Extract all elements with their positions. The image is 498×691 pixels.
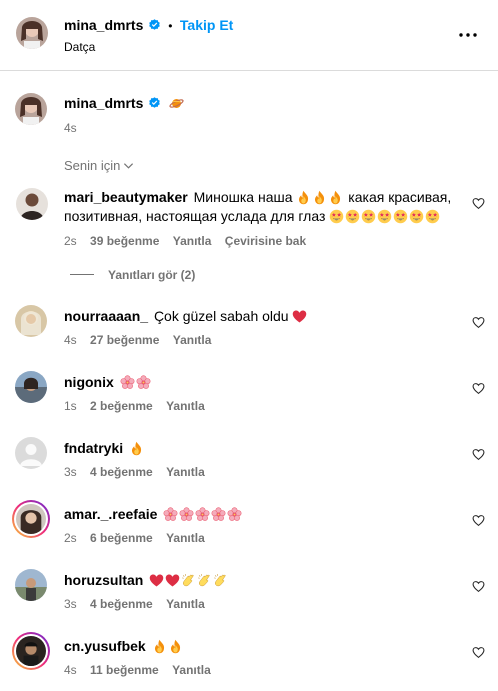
commenter-avatar [16,636,46,666]
reply-button[interactable]: Yanıtla [173,333,212,347]
chevron-down-icon [124,163,134,169]
like-comment-heart-icon[interactable] [472,448,485,461]
comment-item: mari_beautymaker Миношка наша какая крас… [0,186,498,286]
comment-time[interactable]: 4s [64,663,77,677]
comment-time[interactable]: 2s [64,531,77,545]
reply-button[interactable]: Yanıtla [166,597,205,611]
comment-time[interactable]: 2s [64,234,77,248]
author-avatar[interactable] [16,17,48,49]
fire-emoji-icon [129,441,144,456]
commenter-username[interactable]: cn.yusufbek [64,638,146,654]
comment-item: nourraaaan_ Çok güzel sabah oldu 4s 27 b… [0,305,498,355]
like-comment-heart-icon[interactable] [472,197,485,210]
view-replies-label: Yanıtları gör (2) [108,268,196,282]
comment-likes[interactable]: 6 beğenme [90,531,153,545]
post-header: mina_dmrts • Takip Et Datça [0,0,498,71]
like-comment-heart-icon[interactable] [472,514,485,527]
caption-avatar[interactable] [15,93,47,125]
commenter-username[interactable]: amar._.reefaie [64,506,157,522]
reply-button[interactable]: Yanıtla [173,234,212,248]
more-options-icon[interactable] [458,25,478,45]
reply-button[interactable]: Yanıtla [166,531,205,545]
divider-line [70,274,94,275]
commenter-username[interactable]: horuzsultan [64,572,143,588]
comment-item: amar._.reefaie 2s 6 beğenme Yanıtla [0,500,498,553]
reply-button[interactable]: Yanıtla [166,465,205,479]
comment-time[interactable]: 4s [64,333,77,347]
comment-item: nigonix 1s 2 beğenme Yanıtla [0,371,498,421]
comment-sort-label: Senin için [64,158,121,173]
comment-likes[interactable]: 4 beğenme [90,465,153,479]
cherry-blossom-emoji-icon [163,506,243,522]
star-struck-emoji-icon [329,208,441,224]
comment-item: horuzsultan 3s 4 beğenme Yanıtla [0,569,498,619]
heart-and-clapping-emoji-icon [149,572,229,588]
follow-button[interactable]: Takip Et [180,17,233,33]
like-comment-heart-icon[interactable] [472,580,485,593]
comment-time[interactable]: 1s [64,399,77,413]
commenter-avatar[interactable] [16,188,48,220]
comment-item: fndatryki 3s 4 beğenme Yanıtla [0,437,498,487]
dot-separator: • [168,19,173,33]
commenter-avatar[interactable] [15,437,47,469]
story-ring-inner [14,502,48,536]
commenter-avatar-story-ring[interactable] [12,632,50,670]
comment-text: Миношка наша [193,189,293,205]
comment-likes[interactable]: 27 beğenme [90,333,159,347]
caption-time: 4s [64,121,77,135]
comment-time[interactable]: 3s [64,597,77,611]
fire-emoji-icon [152,638,184,654]
comment-time[interactable]: 3s [64,465,77,479]
commenter-avatar [16,504,46,534]
see-translation-button[interactable]: Çevirisine bak [225,234,306,248]
commenter-avatar-story-ring[interactable] [12,500,50,538]
caption-username[interactable]: mina_dmrts [64,95,143,111]
fire-emoji-icon [296,189,344,205]
comment-likes[interactable]: 11 beğenme [90,663,159,677]
like-comment-heart-icon[interactable] [472,316,485,329]
commenter-username[interactable]: mari_beautymaker [64,189,188,205]
caption: mina_dmrts 4s [0,93,498,143]
commenter-avatar[interactable] [15,305,47,337]
planet-icon [169,96,184,111]
reply-button[interactable]: Yanıtla [172,663,211,677]
commenter-username[interactable]: nourraaaan_ [64,308,148,324]
comment-sort-dropdown[interactable]: Senin için [64,158,134,173]
comment-text: какая красивая, [348,189,452,205]
comment-text: Çok güzel sabah oldu [153,308,289,324]
verified-badge-icon [148,18,161,31]
comment-likes[interactable]: 39 beğenme [90,234,159,248]
comment-text: позитивная, настоящая услада для глаз [64,208,326,224]
location-link[interactable]: Datça [64,40,95,54]
verified-badge-icon [148,96,161,109]
commenter-username[interactable]: nigonix [64,374,114,390]
commenter-avatar[interactable] [15,371,47,403]
like-comment-heart-icon[interactable] [472,646,485,659]
commenter-username[interactable]: fndatryki [64,440,123,456]
red-heart-emoji-icon [292,309,307,324]
reply-button[interactable]: Yanıtla [166,399,205,413]
like-comment-heart-icon[interactable] [472,382,485,395]
comment-likes[interactable]: 4 beğenme [90,597,153,611]
story-ring-inner [14,634,48,668]
author-username[interactable]: mina_dmrts [64,17,143,33]
commenter-avatar[interactable] [15,569,47,601]
cherry-blossom-emoji-icon [120,374,152,390]
view-replies-button[interactable]: Yanıtları gör (2) [70,268,195,282]
comment-item: cn.yusufbek 4s 11 beğenme Yanıtla [0,632,498,685]
comment-likes[interactable]: 2 beğenme [90,399,153,413]
